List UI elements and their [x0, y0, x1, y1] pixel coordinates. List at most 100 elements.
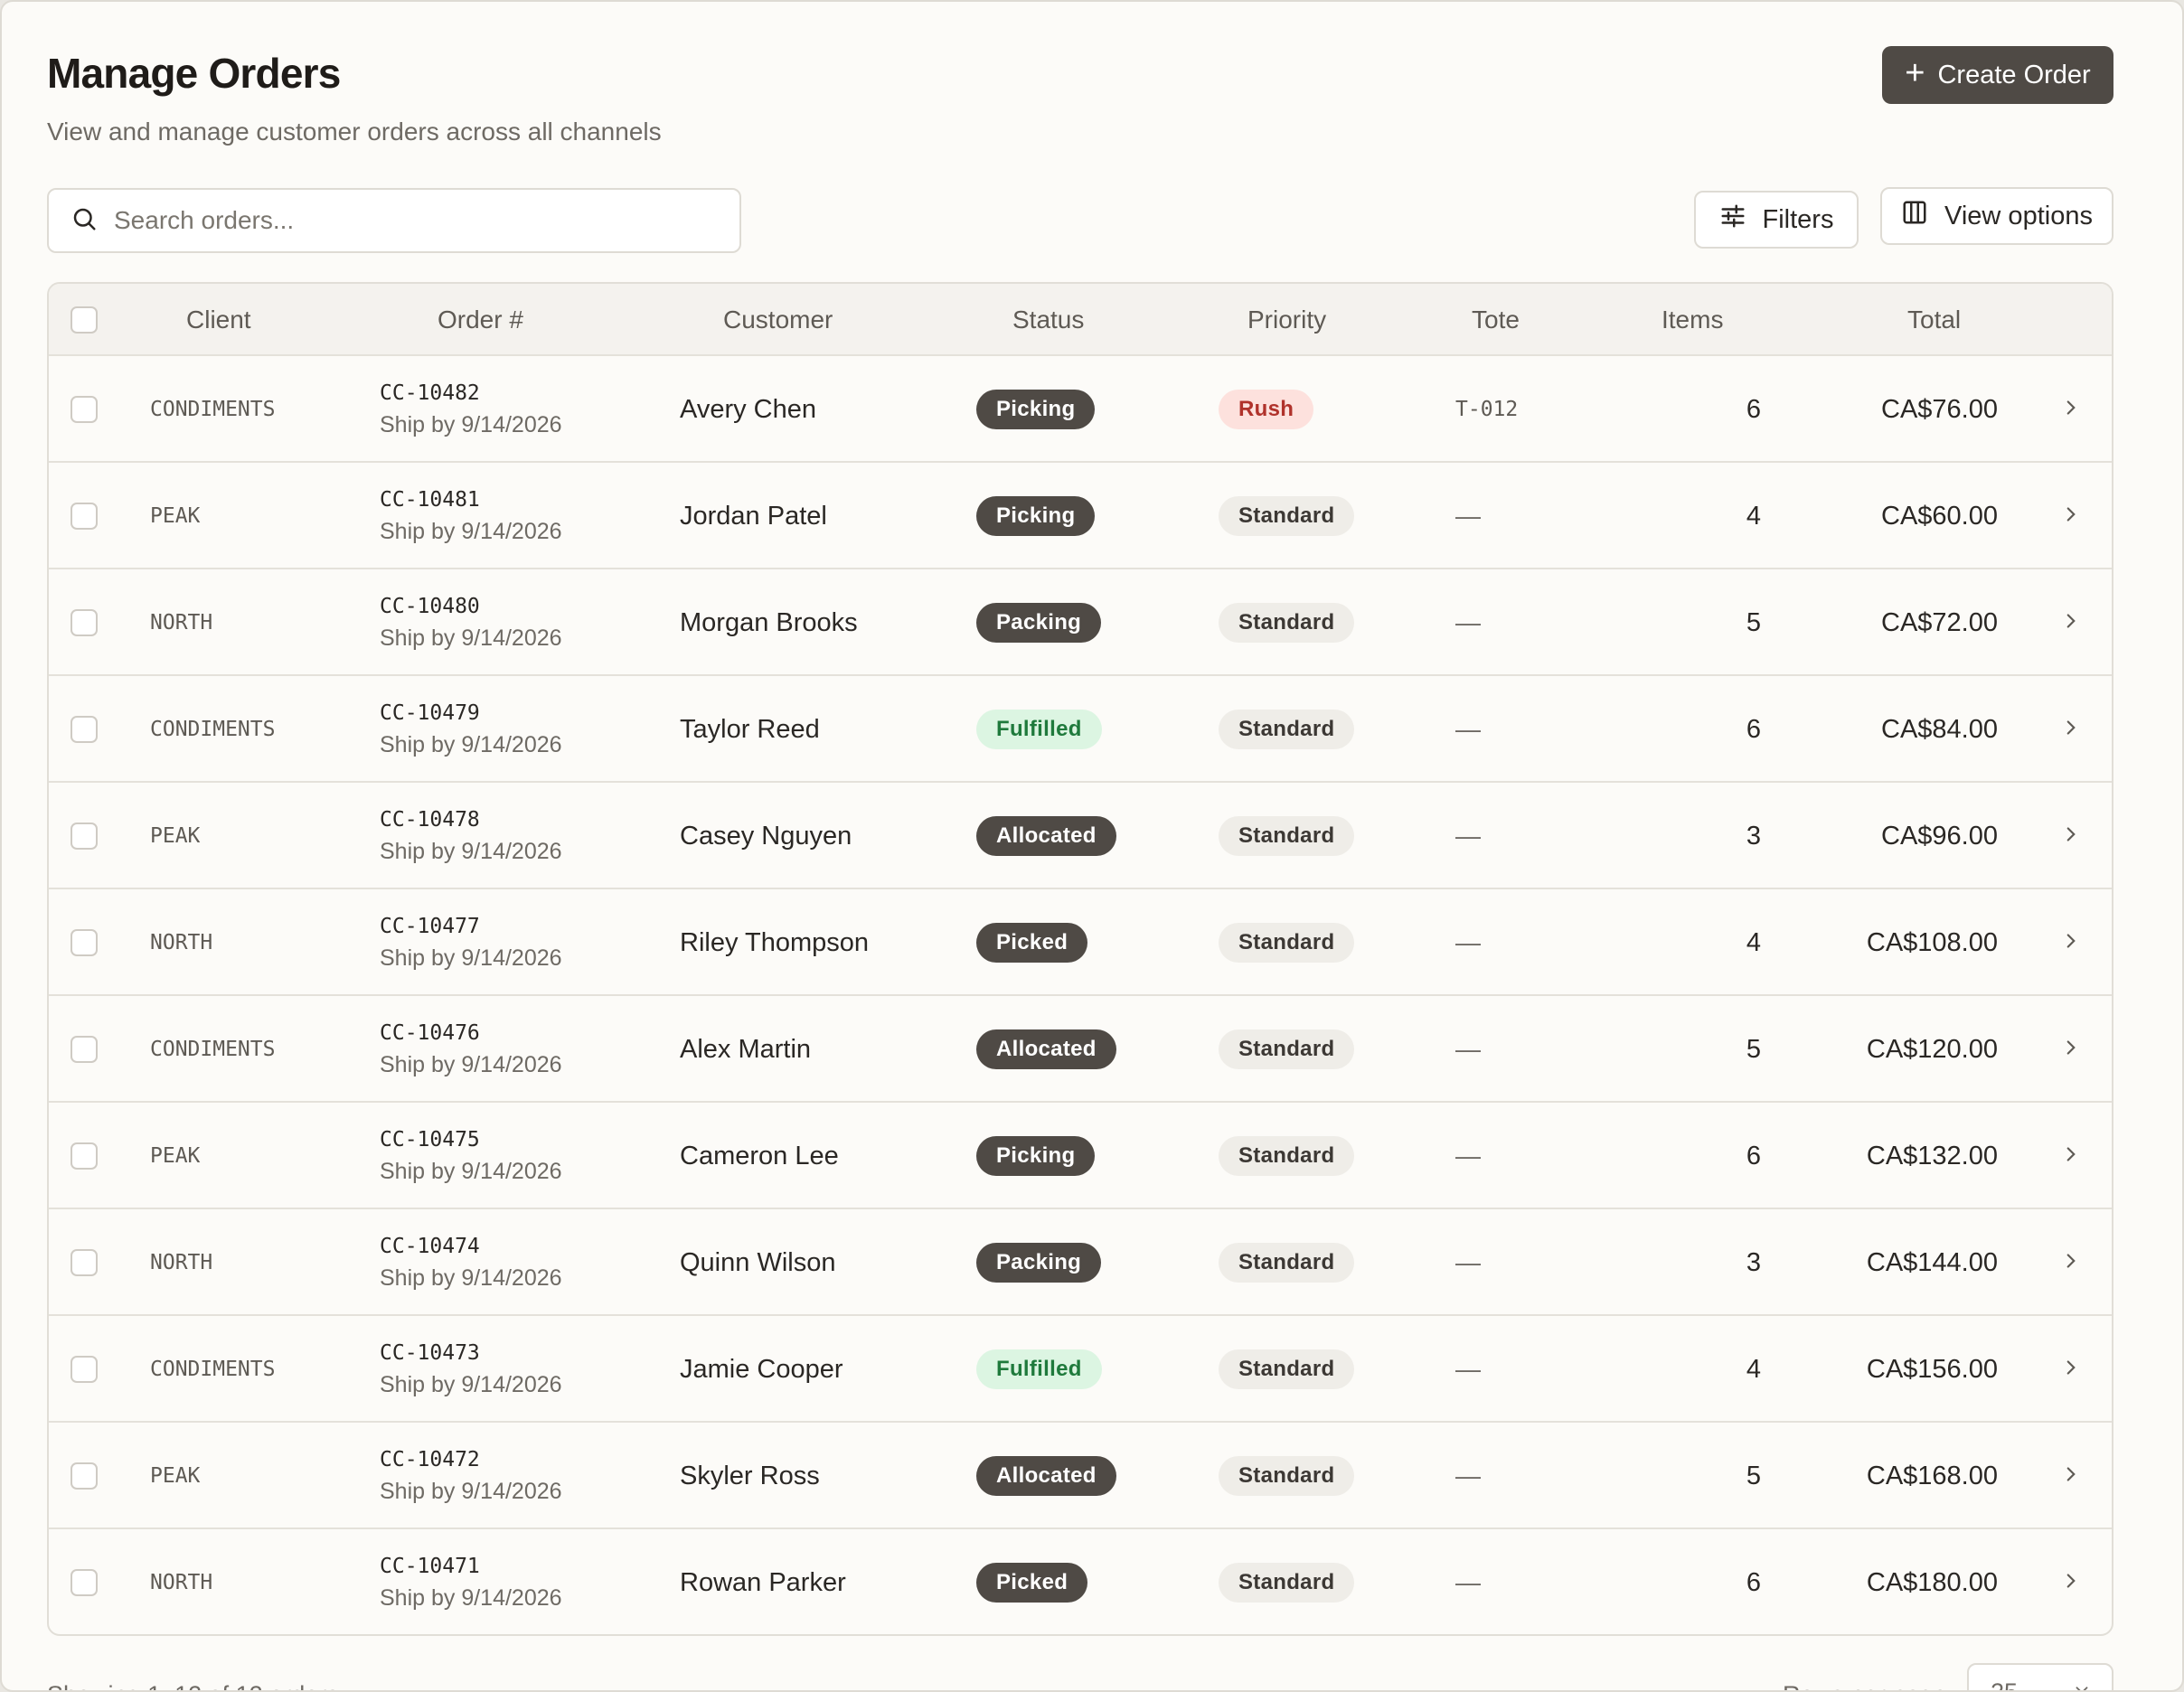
row-select-cell[interactable]: [71, 676, 98, 783]
table-row[interactable]: CONDIMENTS CC-10482 Ship by 9/14/2026 Avery…: [49, 356, 2112, 463]
ship-by-date: Ship by 9/14/2026: [380, 1264, 562, 1291]
row-select-cell[interactable]: [71, 1529, 98, 1634]
order-number[interactable]: CC-10471: [380, 1555, 480, 1578]
status-cell: Picking: [976, 1103, 1096, 1209]
row-select-cell[interactable]: [71, 1209, 98, 1316]
table-row[interactable]: PEAK CC-10475 Ship by 9/14/2026 Cameron Lee…: [49, 1103, 2112, 1209]
chevron-right-icon: [2059, 929, 2083, 957]
row-open-button[interactable]: [2059, 783, 2083, 889]
order-number[interactable]: CC-10480: [380, 595, 480, 618]
row-select-cell[interactable]: [71, 356, 98, 463]
status-cell: Fulfilled: [976, 1316, 1102, 1423]
pagination-summary: Showing 1–12 of 12 orders: [47, 1681, 339, 1690]
tote-cell: —: [1455, 928, 1481, 956]
column-header-items[interactable]: Items: [1662, 284, 1723, 356]
ship-by-date: Ship by 9/14/2026: [380, 1158, 562, 1184]
total-cell: CA$108.00: [1866, 927, 1998, 957]
row-checkbox[interactable]: [71, 609, 98, 636]
order-number[interactable]: CC-10481: [380, 488, 480, 512]
row-checkbox[interactable]: [71, 1569, 98, 1596]
column-header-total[interactable]: Total: [1907, 284, 1961, 356]
row-open-button[interactable]: [2059, 1103, 2083, 1209]
order-number[interactable]: CC-10473: [380, 1341, 480, 1365]
order-number[interactable]: CC-10475: [380, 1128, 480, 1152]
row-checkbox[interactable]: [71, 1462, 98, 1490]
row-checkbox[interactable]: [71, 503, 98, 530]
column-header-order[interactable]: Order #: [438, 284, 523, 356]
order-number[interactable]: CC-10472: [380, 1448, 480, 1471]
total-cell: CA$156.00: [1866, 1354, 1998, 1384]
table-row[interactable]: NORTH CC-10471 Ship by 9/14/2026 Rowan Park…: [49, 1529, 2112, 1634]
search-input[interactable]: [114, 206, 692, 235]
table-row[interactable]: PEAK CC-10481 Ship by 9/14/2026 Jordan Pate…: [49, 463, 2112, 569]
tote-cell: —: [1455, 1035, 1481, 1063]
row-checkbox[interactable]: [71, 929, 98, 956]
row-select-cell[interactable]: [71, 463, 98, 569]
row-open-button[interactable]: [2059, 569, 2083, 676]
row-checkbox[interactable]: [71, 1249, 98, 1276]
order-number[interactable]: CC-10479: [380, 701, 480, 725]
row-checkbox[interactable]: [71, 716, 98, 743]
tote-cell: —: [1455, 608, 1481, 636]
table-row[interactable]: NORTH CC-10474 Ship by 9/14/2026 Quinn Wils…: [49, 1209, 2112, 1316]
customer-cell: Jordan Patel: [680, 501, 827, 531]
filters-button[interactable]: Filters: [1694, 191, 1859, 249]
row-select-cell[interactable]: [71, 783, 98, 889]
order-number[interactable]: CC-10477: [380, 915, 480, 938]
row-open-button[interactable]: [2059, 889, 2083, 996]
total-cell: CA$180.00: [1866, 1567, 1998, 1597]
table-row[interactable]: CONDIMENTS CC-10479 Ship by 9/14/2026 Taylo…: [49, 676, 2112, 783]
view-options-button[interactable]: View options: [1880, 187, 2113, 245]
row-open-button[interactable]: [2059, 1209, 2083, 1316]
column-header-customer[interactable]: Customer: [723, 284, 833, 356]
status-badge: Picking: [976, 1136, 1096, 1176]
plus-icon: +: [1905, 54, 1925, 92]
row-open-button[interactable]: [2059, 463, 2083, 569]
table-row[interactable]: PEAK CC-10478 Ship by 9/14/2026 Casey Nguye…: [49, 783, 2112, 889]
status-badge: Packing: [976, 603, 1102, 643]
row-open-button[interactable]: [2059, 1529, 2083, 1634]
column-header-status[interactable]: Status: [1012, 284, 1084, 356]
order-number[interactable]: CC-10474: [380, 1235, 480, 1258]
table-row[interactable]: CONDIMENTS CC-10473 Ship by 9/14/2026 Jamie…: [49, 1316, 2112, 1423]
order-number[interactable]: CC-10482: [380, 381, 480, 405]
row-select-cell[interactable]: [71, 569, 98, 676]
column-header-client[interactable]: Client: [186, 284, 251, 356]
column-header-tote[interactable]: Tote: [1472, 284, 1520, 356]
row-open-button[interactable]: [2059, 676, 2083, 783]
row-open-button[interactable]: [2059, 356, 2083, 463]
table-row[interactable]: NORTH CC-10480 Ship by 9/14/2026 Morgan Bro…: [49, 569, 2112, 676]
rows-per-page-select[interactable]: 25: [1967, 1663, 2113, 1690]
table-row[interactable]: PEAK CC-10472 Ship by 9/14/2026 Skyler Ross…: [49, 1423, 2112, 1529]
order-cell: CC-10473 Ship by 9/14/2026: [380, 1316, 562, 1423]
order-number[interactable]: CC-10478: [380, 808, 480, 832]
priority-cell: Standard: [1219, 1103, 1355, 1209]
row-checkbox[interactable]: [71, 1036, 98, 1063]
row-select-cell[interactable]: [71, 996, 98, 1103]
row-select-cell[interactable]: [71, 1423, 98, 1529]
row-checkbox[interactable]: [71, 1142, 98, 1170]
customer-cell: Casey Nguyen: [680, 821, 852, 851]
row-open-button[interactable]: [2059, 1316, 2083, 1423]
row-checkbox[interactable]: [71, 1356, 98, 1383]
row-open-button[interactable]: [2059, 996, 2083, 1103]
row-select-cell[interactable]: [71, 889, 98, 996]
status-badge: Fulfilled: [976, 710, 1102, 749]
order-number[interactable]: CC-10476: [380, 1021, 480, 1045]
select-all-cell[interactable]: [71, 284, 98, 356]
chevron-right-icon: [2059, 503, 2083, 531]
table-row[interactable]: NORTH CC-10477 Ship by 9/14/2026 Riley Thom…: [49, 889, 2112, 996]
search-box[interactable]: [47, 188, 741, 253]
row-select-cell[interactable]: [71, 1103, 98, 1209]
create-order-button[interactable]: + Create Order: [1882, 46, 2113, 104]
order-cell: CC-10478 Ship by 9/14/2026: [380, 783, 562, 889]
row-select-cell[interactable]: [71, 1316, 98, 1423]
status-badge: Allocated: [976, 816, 1116, 856]
column-header-priority[interactable]: Priority: [1247, 284, 1326, 356]
table-row[interactable]: CONDIMENTS CC-10476 Ship by 9/14/2026 Alex …: [49, 996, 2112, 1103]
status-cell: Allocated: [976, 1423, 1116, 1529]
row-checkbox[interactable]: [71, 822, 98, 850]
row-checkbox[interactable]: [71, 396, 98, 423]
row-open-button[interactable]: [2059, 1423, 2083, 1529]
select-all-checkbox[interactable]: [71, 306, 98, 334]
